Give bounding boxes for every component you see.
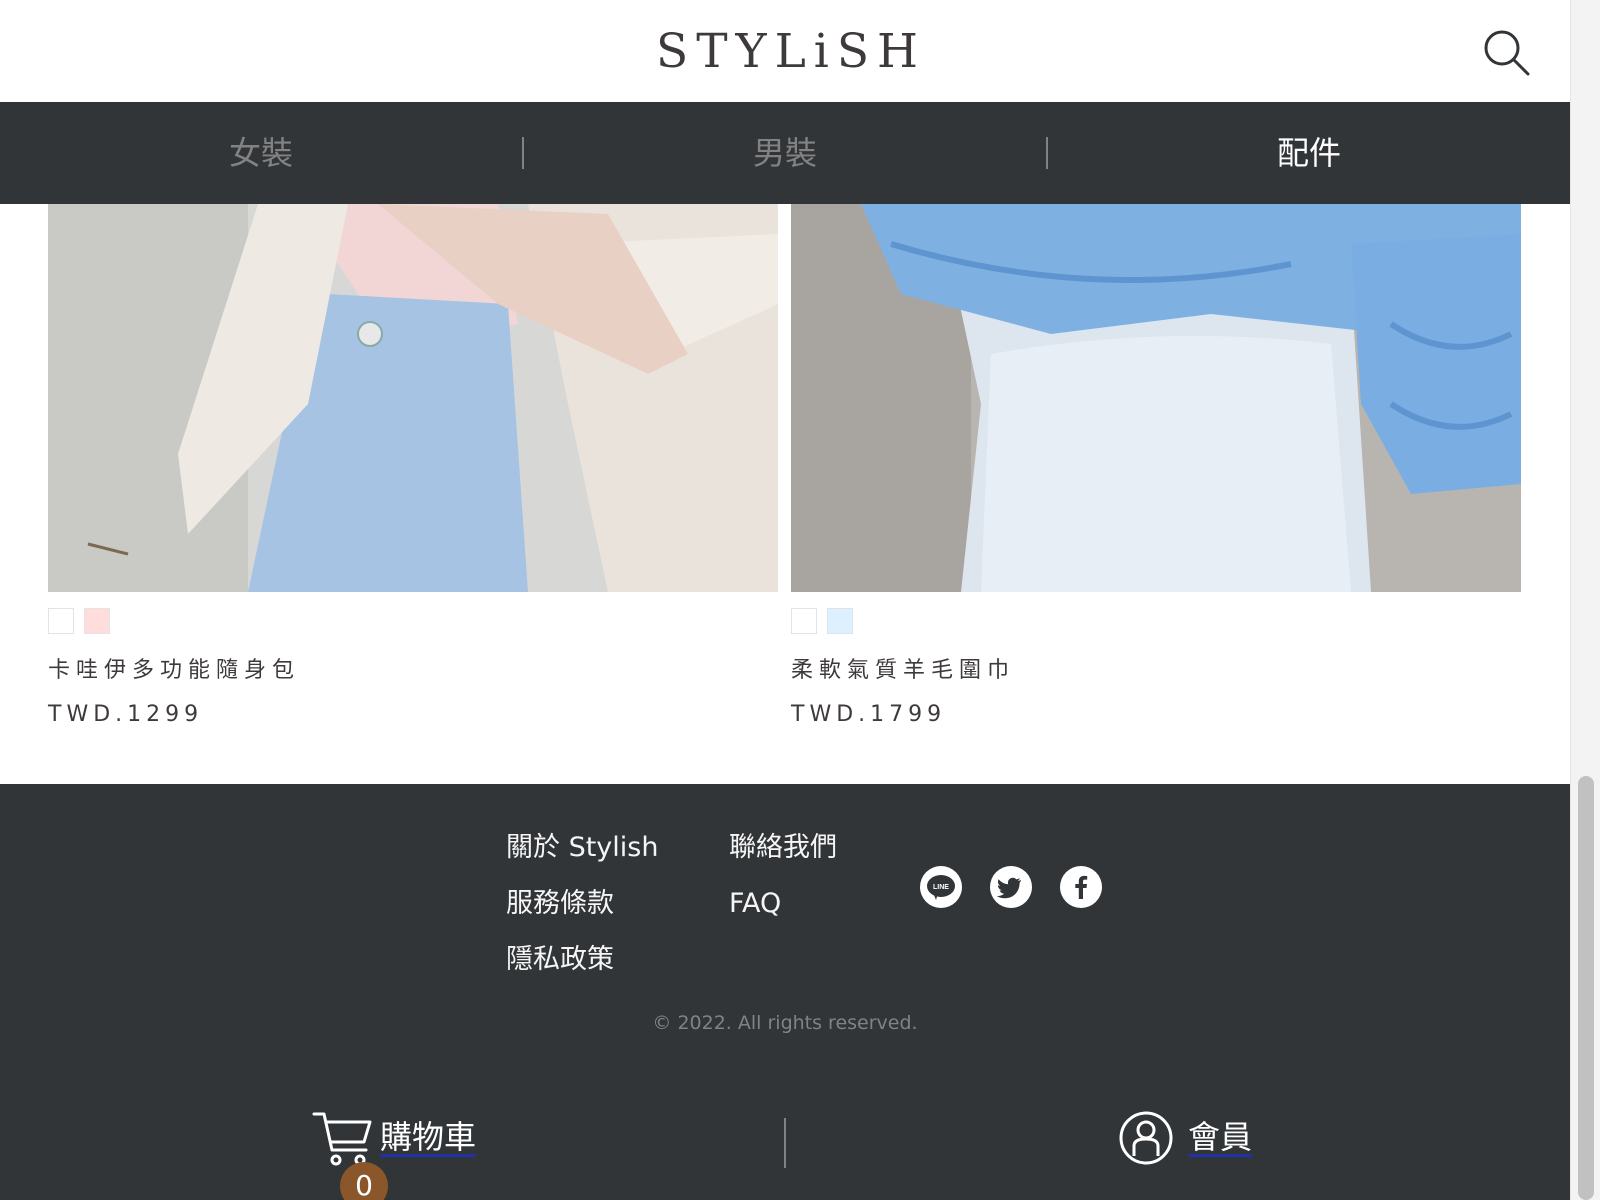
member-icon[interactable] [1118, 1110, 1174, 1166]
footer-link-terms[interactable]: 服務條款 [506, 884, 658, 940]
bottom-bar-divider [784, 1118, 786, 1168]
site-header: STYLiSH [0, 0, 1570, 102]
footer-link-about[interactable]: 關於 Stylish [506, 828, 658, 884]
product-image[interactable] [48, 204, 778, 592]
scrollbar-thumb[interactable] [1578, 776, 1594, 1200]
product-card[interactable]: 柔軟氣質羊毛圍巾 TWD.1799 [791, 204, 1521, 730]
svg-text:LINE: LINE [933, 884, 949, 891]
member-button[interactable]: 會員 [1118, 1110, 1253, 1166]
product-card[interactable]: 卡哇伊多功能隨身包 TWD.1299 [48, 204, 778, 730]
color-swatch[interactable] [791, 608, 817, 634]
color-swatch[interactable] [48, 608, 74, 634]
category-accessories[interactable]: 配件 [1048, 102, 1570, 204]
line-icon[interactable]: LINE [920, 866, 962, 908]
category-women[interactable]: 女裝 [0, 102, 522, 204]
product-name[interactable]: 卡哇伊多功能隨身包 [48, 656, 778, 686]
twitter-icon[interactable] [990, 866, 1032, 908]
category-men[interactable]: 男裝 [524, 102, 1046, 204]
color-swatches [791, 608, 1521, 634]
color-swatch[interactable] [84, 608, 110, 634]
social-links: LINE [920, 866, 1102, 908]
cart-button[interactable]: 0 購物車 [310, 1106, 477, 1200]
member-label[interactable]: 會員 [1188, 1120, 1253, 1157]
product-name[interactable]: 柔軟氣質羊毛圍巾 [791, 656, 1521, 686]
cart-label[interactable]: 購物車 [380, 1120, 477, 1157]
cart-icon[interactable] [310, 1106, 374, 1170]
copyright-text: © 2022. All rights reserved. [652, 1012, 918, 1034]
product-photo-bag [48, 204, 778, 592]
footer-link-faq[interactable]: FAQ [729, 884, 837, 940]
search-button[interactable] [1482, 28, 1532, 78]
footer-link-contact[interactable]: 聯絡我們 [729, 828, 837, 884]
bottom-bar: 0 購物車 會員 [0, 1080, 1570, 1200]
product-photo-scarf [791, 204, 1521, 592]
product-price: TWD.1799 [791, 702, 947, 727]
cart-count-badge: 0 [340, 1162, 388, 1200]
footer-link-privacy[interactable]: 隱私政策 [506, 940, 658, 996]
search-icon[interactable] [1482, 28, 1532, 78]
footer-links-col2: 聯絡我們 FAQ [729, 828, 837, 940]
facebook-icon[interactable] [1060, 866, 1102, 908]
product-image[interactable] [791, 204, 1521, 592]
color-swatch[interactable] [827, 608, 853, 634]
color-swatches [48, 608, 778, 634]
category-nav: 女裝 男裝 配件 [0, 102, 1570, 204]
site-logo[interactable]: STYLiSH [656, 28, 918, 76]
product-price: TWD.1299 [48, 702, 204, 727]
footer-links-col1: 關於 Stylish 服務條款 隱私政策 [506, 828, 658, 996]
